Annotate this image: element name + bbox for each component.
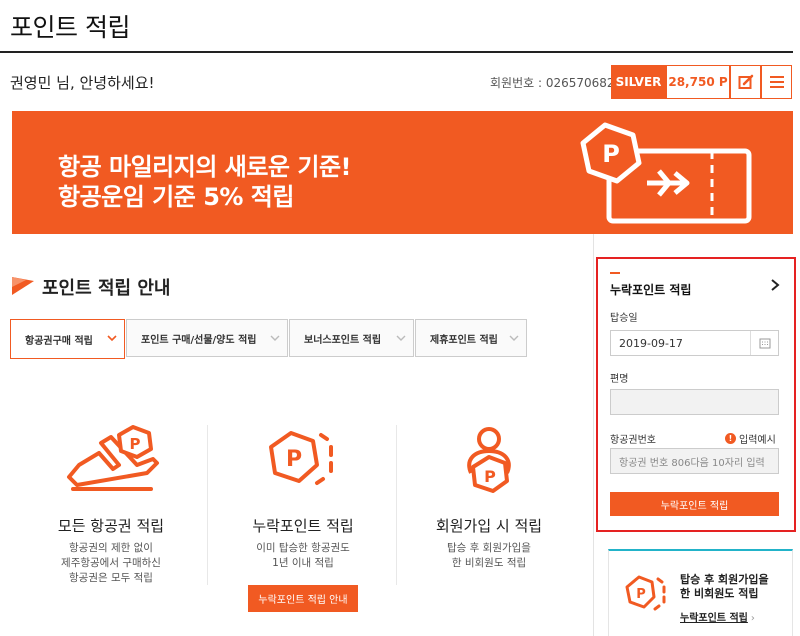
ticket-plane-icon: P [580,122,752,224]
tab-partner-points[interactable]: 제휴포인트 적립 [415,319,527,357]
tab-label: 제휴포인트 적립 [430,334,498,346]
chevron-down-icon [509,335,519,341]
calendar-icon [759,338,770,349]
feature-missing-points: P 누락포인트 적립 이미 탑승한 항공권도 1년 이내 적립 누락포인트 적립… [214,425,392,612]
svg-text:P: P [484,467,496,486]
ticket-number-placeholder: 항공권 번호 806다음 10자리 입력 [619,457,765,469]
column-divider [207,425,208,585]
tab-bonus-points[interactable]: 보너스포인트 적립 [289,319,414,357]
chevron-down-icon [396,335,406,341]
promo-link[interactable]: 누락포인트 적립 › [680,609,755,624]
svg-text:P: P [286,447,302,472]
missing-points-guide-button[interactable]: 누락포인트 적립 안내 [248,585,358,612]
feature-title: 모든 항공권 적립 [57,517,165,535]
points-balance[interactable]: 28,750 P [666,65,730,99]
flight-number-label: 편명 [610,374,629,385]
boarding-date-value: 2019-09-17 [619,336,683,350]
member-number: 회원번호 : 026570682 [490,76,615,90]
section-flag-icon [12,277,34,295]
feature-signup-points: P 회원가입 시 적립 탑승 후 회원가입을 한 비회원도 적립 [400,425,578,571]
svg-text:P: P [602,140,620,168]
tab-point-purchase[interactable]: 포인트 구매/선물/양도 적립 [126,319,288,357]
calendar-button[interactable] [750,331,778,355]
claim-submit-button[interactable]: 누락포인트 적립 [610,492,779,516]
ticket-number-label: 항공권번호 [610,435,656,446]
promo-link-label: 누락포인트 적립 [680,613,748,624]
feature-title: 누락포인트 적립 [252,517,354,535]
svg-text:P: P [636,587,646,602]
edit-profile-button[interactable] [730,65,761,99]
banner-subheadline: 항공운임 기준 5% 적립 [58,183,294,211]
section-title: 포인트 적립 안내 [42,278,171,299]
boarding-date-label: 탑승일 [610,313,638,324]
menu-button[interactable] [761,65,792,99]
feature-description: 이미 탑승한 항공권도 1년 이내 적립 [256,542,350,569]
column-separator [593,234,594,636]
boarding-date-input[interactable]: 2019-09-17 [610,330,779,356]
missing-point-icon: P [625,575,666,611]
page-title: 포인트 적립 [10,13,130,42]
feature-title: 회원가입 시 적립 [435,517,543,535]
svg-text:P: P [130,435,141,453]
title-divider [0,51,793,53]
promo-banner[interactable]: 항공 마일리지의 새로운 기준! 항공운임 기준 5% 적립 P [12,111,793,234]
info-icon: ! [725,433,736,444]
tab-label: 보너스포인트 적립 [304,334,382,346]
promo-text: 탑승 후 회원가입을 한 비회원도 적립 [680,573,769,600]
missing-point-icon: P [269,431,333,485]
chevron-right-icon[interactable] [769,278,781,292]
chevron-down-icon [107,335,117,342]
feature-all-tickets: P 모든 항공권 적립 항공권의 제한 없이 제주항공에서 구매하신 항공권은 … [22,425,200,586]
example-label: 입력예시 [739,435,776,446]
chevron-right-icon: › [750,613,755,624]
title-accent [610,272,620,274]
greeting-text: 권영민 님, 안녕하세요! [10,74,155,92]
earning-tabs: 항공권구매 적립 포인트 구매/선물/양도 적립 보너스포인트 적립 제휴포인트… [10,319,527,359]
tab-ticket-purchase[interactable]: 항공권구매 적립 [10,319,125,359]
missing-points-claim-form: 누락포인트 적립 탑승일 2019-09-17 편명 항공권번호 ! 입력예시 … [596,257,796,532]
grade-badge: SILVER [611,65,666,99]
signup-promo-card[interactable]: P 탑승 후 회원가입을 한 비회원도 적립 누락포인트 적립 › [608,549,793,636]
claim-form-title: 누락포인트 적립 [610,283,692,297]
plane-point-icon: P [67,425,159,491]
input-example-link[interactable]: ! 입력예시 [725,431,776,446]
flight-number-input[interactable] [610,389,779,415]
column-divider [396,425,397,585]
edit-icon [738,74,753,89]
tab-label: 포인트 구매/선물/양도 적립 [141,334,257,346]
chevron-down-icon [270,335,280,341]
member-point-icon: P [467,427,511,493]
feature-description: 항공권의 제한 없이 제주항공에서 구매하신 항공권은 모두 적립 [61,542,161,584]
feature-description: 탑승 후 회원가입을 한 비회원도 적립 [447,542,531,569]
hamburger-menu-icon [769,76,784,88]
tab-label: 항공권구매 적립 [25,335,93,347]
ticket-number-input[interactable]: 항공권 번호 806다음 10자리 입력 [610,448,779,474]
